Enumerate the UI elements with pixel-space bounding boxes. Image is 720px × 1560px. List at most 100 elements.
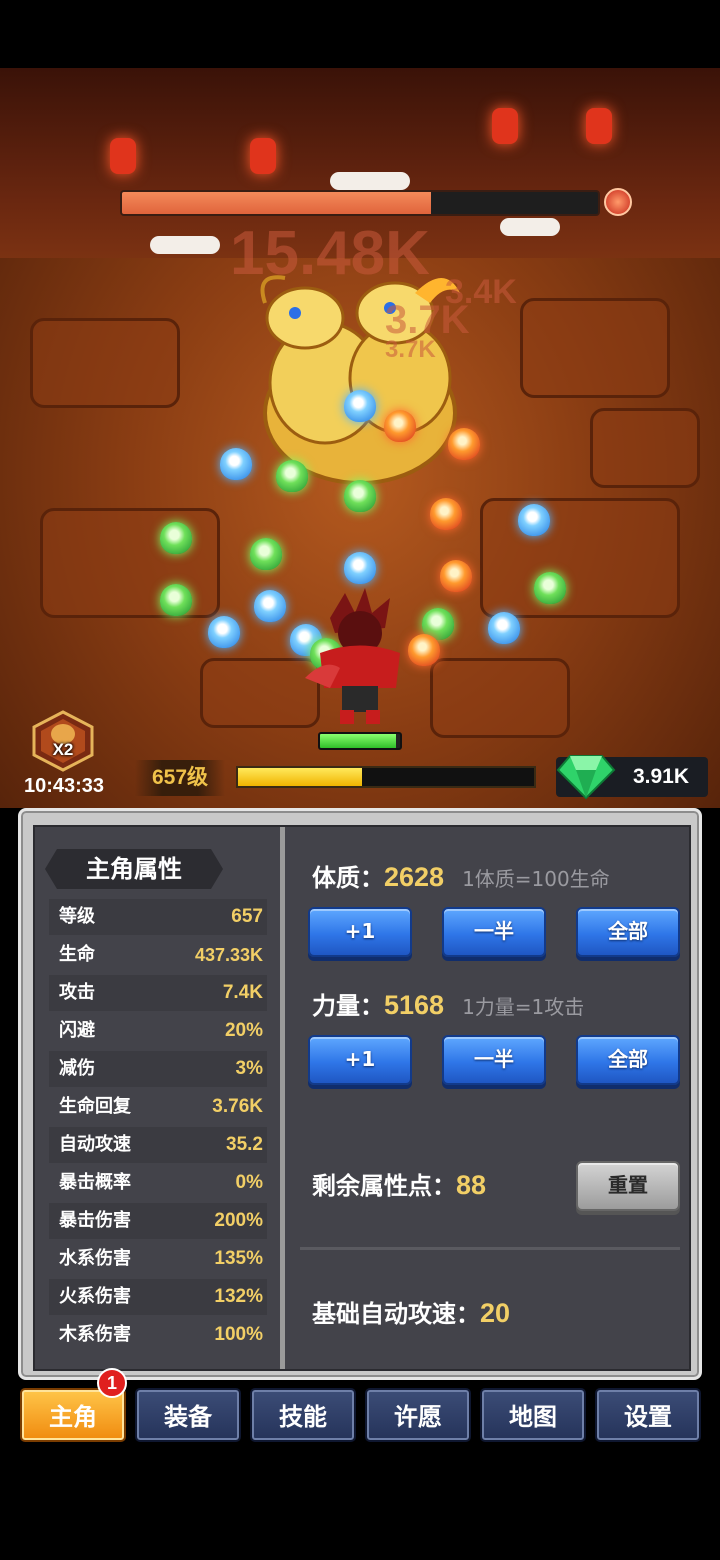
notification-badge: 1: [97, 1368, 127, 1398]
dragon-boss-icon[interactable]: [245, 263, 475, 488]
gem-count: 3.91K: [632, 765, 690, 788]
base-speed-value: 20: [480, 1298, 511, 1328]
damage-number: 3.7K: [385, 336, 436, 363]
stat-value: 100%: [214, 1324, 263, 1345]
water-orb-icon: [344, 390, 376, 422]
fire-orb-icon: [448, 428, 480, 460]
constitution-all-button[interactable]: 全部: [576, 907, 680, 957]
wood-orb-icon: [160, 522, 192, 554]
stat-label: 暴击伤害: [59, 1210, 131, 1231]
wood-orb-icon: [160, 584, 192, 616]
stat-row: 攻击 7.4K: [49, 975, 267, 1011]
stat-value: 7.4K: [222, 982, 263, 1003]
tab-equipment[interactable]: 装备: [135, 1388, 241, 1442]
stat-value: 135%: [214, 1248, 263, 1269]
constitution-hint: 1体质=100生命: [462, 867, 610, 891]
clock: 10:43:33: [23, 775, 105, 797]
xp-bar: [236, 766, 536, 788]
stat-value: 0%: [235, 1172, 263, 1193]
snow-patch: [500, 218, 560, 236]
stat-row: 减伤 3%: [49, 1051, 267, 1087]
damage-number: 15.48K: [230, 219, 430, 288]
stat-value: 200%: [214, 1210, 263, 1231]
water-orb-icon: [220, 448, 252, 480]
boss-fire-icon: [604, 188, 632, 216]
stat-row: 火系伤害 132%: [49, 1279, 267, 1315]
stat-row: 木系伤害 100%: [49, 1317, 267, 1353]
base-speed-label: 基础自动攻速：: [312, 1300, 480, 1328]
stat-row: 闪避 20%: [49, 1013, 267, 1049]
remaining-points-value: 88: [456, 1170, 487, 1200]
stat-value: 3%: [235, 1058, 263, 1079]
lantern-icon: [250, 138, 276, 174]
stat-label: 生命: [59, 944, 95, 965]
battle-scene: 15.48K 3.4K 3.7K 3.7K: [0, 68, 720, 808]
constitution-value: 2628: [384, 862, 445, 892]
stat-value: 3.76K: [212, 1096, 263, 1117]
lantern-icon: [586, 108, 612, 144]
lantern-icon: [492, 108, 518, 144]
stat-label: 生命回复: [59, 1096, 131, 1117]
wood-orb-icon: [250, 538, 282, 570]
speed-boost-label: X2: [52, 740, 74, 759]
stat-row: 生命回复 3.76K: [49, 1089, 267, 1125]
stat-label: 自动攻速: [59, 1134, 131, 1155]
stat-label: 等级: [59, 906, 95, 927]
strength-value: 5168: [384, 990, 445, 1020]
fire-orb-icon: [430, 498, 462, 530]
stat-label: 攻击: [59, 982, 95, 1003]
wood-orb-icon: [276, 460, 308, 492]
boss-health-fill: [122, 192, 432, 214]
strength-line: 力量：5168 1力量=1攻击: [312, 985, 584, 1025]
hero-attributes-panel: 主角属性 等级 657 生命 437.33K 攻击 7.4K 闪避 20% 减伤 3% 生…: [18, 808, 702, 1380]
strength-half-button[interactable]: 一半: [442, 1035, 546, 1085]
constitution-line: 体质：2628 1体质=100生命: [312, 857, 610, 897]
fire-orb-icon: [384, 410, 416, 442]
reset-button[interactable]: 重置: [576, 1161, 680, 1211]
fire-orb-icon: [440, 560, 472, 592]
stat-row: 自动攻速 35.2: [49, 1127, 267, 1163]
player-level: 657级: [135, 760, 225, 796]
stat-value: 437.33K: [194, 945, 263, 965]
stat-label: 火系伤害: [59, 1286, 131, 1307]
stat-value: 20%: [224, 1020, 263, 1041]
tab-settings[interactable]: 设置: [595, 1388, 701, 1442]
stat-label: 闪避: [59, 1020, 95, 1041]
wood-orb-icon: [534, 572, 566, 604]
stat-value: 35.2: [226, 1134, 263, 1155]
stat-label: 水系伤害: [59, 1248, 131, 1269]
stats-list: 主角属性 等级 657 生命 437.33K 攻击 7.4K 闪避 20% 减伤 3% 生…: [35, 827, 285, 1369]
stat-label: 减伤: [59, 1058, 95, 1079]
tab-wish[interactable]: 许愿: [365, 1388, 471, 1442]
snow-patch: [150, 236, 220, 254]
divider: [300, 1247, 680, 1250]
stat-value: 132%: [214, 1286, 263, 1307]
panel-title: 主角属性: [45, 849, 223, 889]
base-speed-line: 基础自动攻速：20: [312, 1293, 528, 1333]
tab-map[interactable]: 地图: [480, 1388, 586, 1442]
strength-plus-one-button[interactable]: +1: [308, 1035, 412, 1085]
attribute-allocation: 体质：2628 1体质=100生命 +1 一半 全部 力量：5168 1力量=1攻击…: [290, 827, 689, 1369]
water-orb-icon: [254, 590, 286, 622]
xp-fill: [238, 768, 363, 786]
hero-health-bar: [318, 732, 402, 750]
stat-row: 暴击伤害 200%: [49, 1203, 267, 1239]
snow-patch: [330, 172, 410, 190]
stat-label: 木系伤害: [59, 1324, 131, 1345]
wood-orb-icon: [344, 480, 376, 512]
constitution-half-button[interactable]: 一半: [442, 907, 546, 957]
tab-skills[interactable]: 技能: [250, 1388, 356, 1442]
water-orb-icon: [344, 552, 376, 584]
stat-row: 水系伤害 135%: [49, 1241, 267, 1277]
water-orb-icon: [208, 616, 240, 648]
water-orb-icon: [488, 612, 520, 644]
boss-health-bar: [120, 190, 600, 216]
gem-icon: [556, 755, 616, 800]
constitution-plus-one-button[interactable]: +1: [308, 907, 412, 957]
stat-label: 暴击概率: [59, 1172, 131, 1193]
stat-row: 生命 437.33K: [49, 937, 267, 973]
strength-all-button[interactable]: 全部: [576, 1035, 680, 1085]
stat-row: 等级 657: [49, 899, 267, 935]
hero-character-icon[interactable]: [300, 588, 420, 728]
lantern-icon: [110, 138, 136, 174]
